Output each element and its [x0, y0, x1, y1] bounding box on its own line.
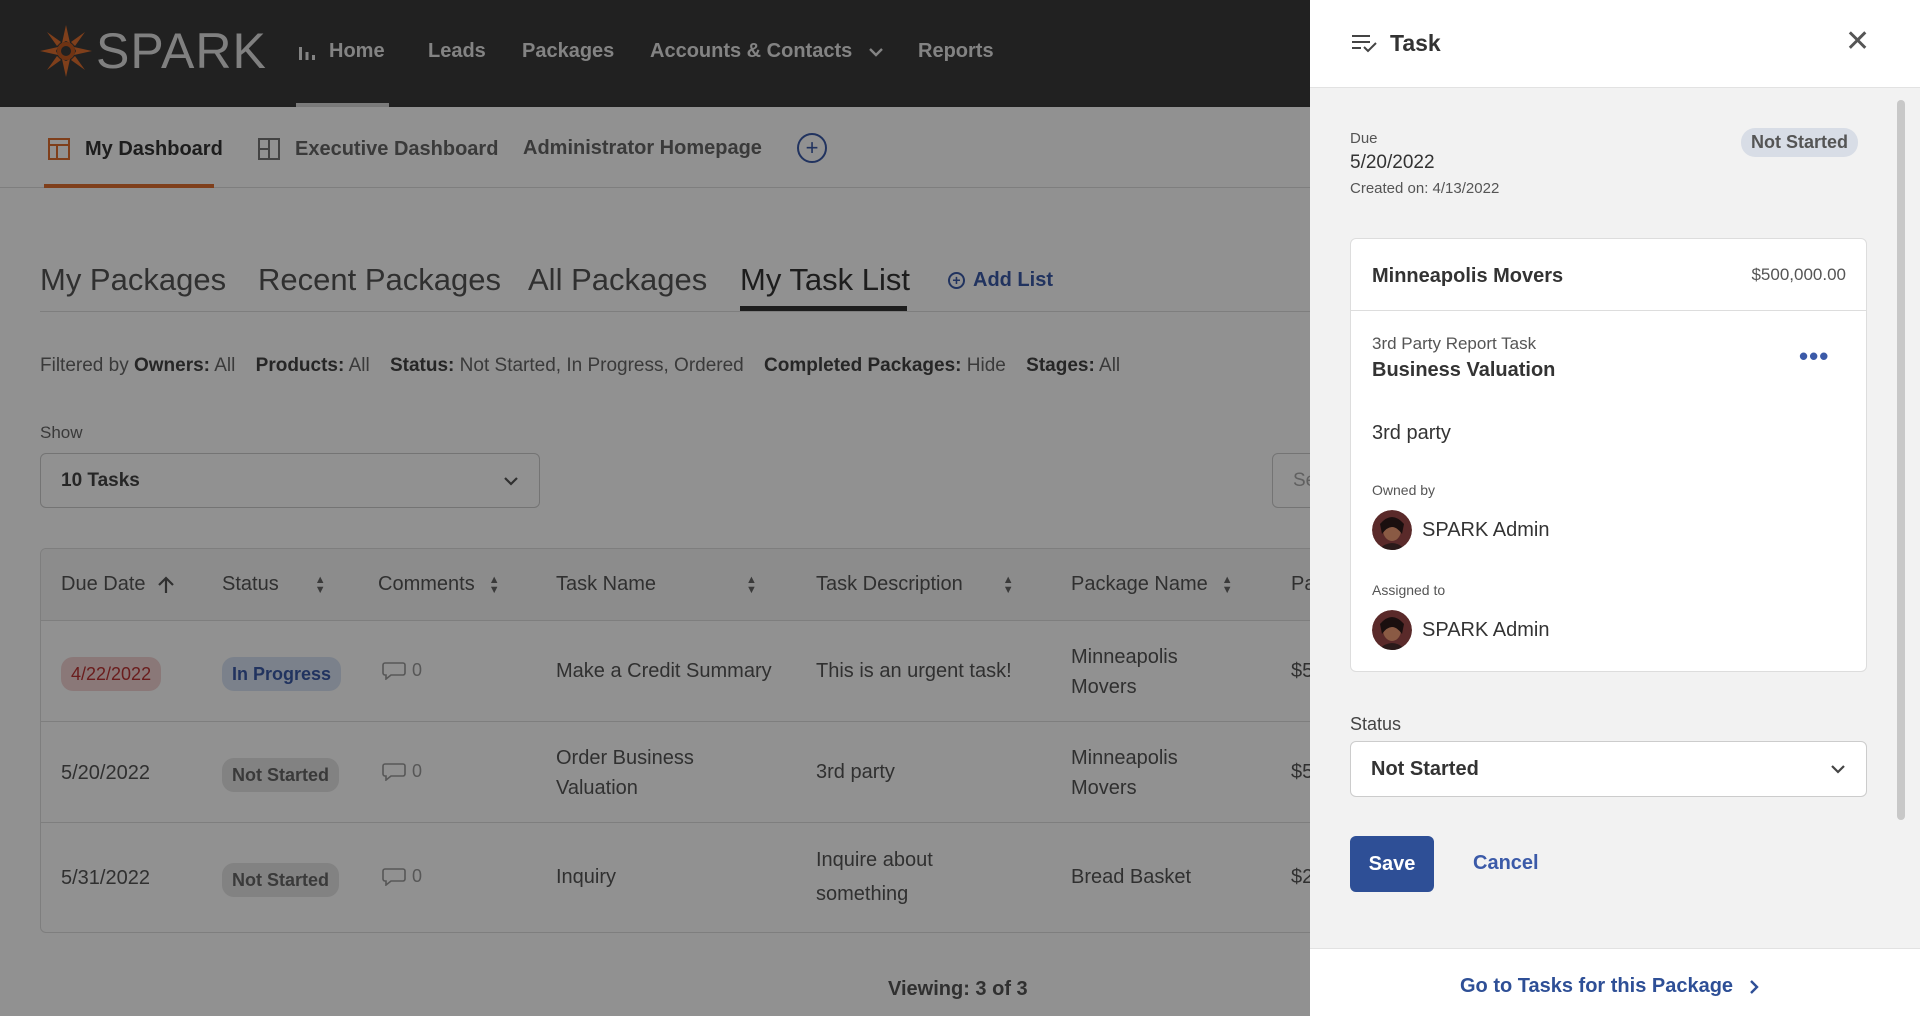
package-amount: $500,000.00: [1751, 265, 1846, 284]
go-to-tasks-link[interactable]: Go to Tasks for this Package: [1460, 975, 1759, 998]
task-type: 3rd Party Report Task: [1372, 334, 1537, 353]
more-options-icon[interactable]: •••: [1799, 341, 1829, 372]
panel-footer: Go to Tasks for this Package: [1310, 948, 1920, 1016]
created-date: Created on: 4/13/2022: [1350, 180, 1500, 197]
save-button[interactable]: Save: [1350, 836, 1434, 892]
cancel-button[interactable]: Cancel: [1473, 852, 1539, 875]
chevron-down-icon: [1831, 765, 1845, 774]
owner-name: SPARK Admin: [1422, 518, 1550, 541]
assigned-to-label: Assigned to: [1372, 582, 1446, 598]
due-date: 5/20/2022: [1350, 152, 1435, 173]
task-detail-card: Minneapolis Movers $500,000.00 3rd Party…: [1350, 238, 1867, 672]
task-side-panel: Task ✕ Due 5/20/2022 Created on: 4/13/20…: [1310, 0, 1920, 1016]
assignee-name: SPARK Admin: [1422, 618, 1550, 641]
avatar: [1372, 510, 1412, 550]
status-select-value: Not Started: [1371, 757, 1479, 780]
package-name[interactable]: Minneapolis Movers: [1372, 265, 1563, 288]
panel-header: Task ✕: [1310, 0, 1920, 88]
close-icon[interactable]: ✕: [1845, 27, 1870, 57]
due-label: Due: [1350, 130, 1378, 147]
status-select[interactable]: Not Started: [1350, 741, 1867, 797]
owned-by-label: Owned by: [1372, 482, 1436, 498]
status-label: Status: [1350, 714, 1402, 734]
go-to-tasks-label: Go to Tasks for this Package: [1460, 975, 1734, 997]
panel-scrollbar[interactable]: [1897, 100, 1905, 820]
task-list-icon: [1352, 35, 1377, 53]
avatar: [1372, 610, 1412, 650]
task-name: Business Valuation: [1372, 359, 1556, 381]
owner: SPARK Admin: [1372, 510, 1549, 550]
modal-backdrop[interactable]: [0, 0, 1310, 1016]
task-description: 3rd party: [1372, 422, 1451, 444]
assignee: SPARK Admin: [1372, 610, 1549, 650]
task-status-badge: Not Started: [1741, 128, 1859, 157]
panel-title: Task: [1390, 30, 1441, 56]
card-header: Minneapolis Movers $500,000.00: [1351, 239, 1866, 311]
chevron-right-icon: [1750, 979, 1759, 994]
